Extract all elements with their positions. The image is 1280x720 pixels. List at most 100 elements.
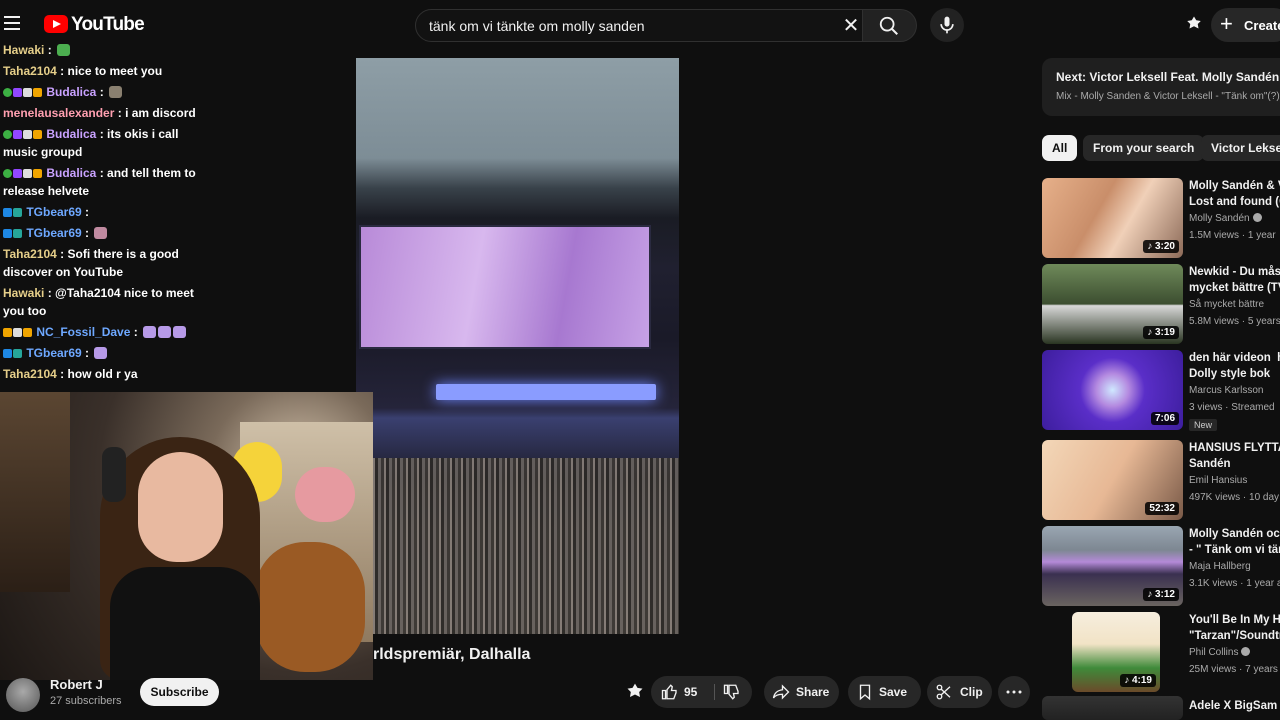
channel-name[interactable]: Maja Hallberg [1189, 561, 1251, 572]
video-thumbnail[interactable]: 52:32 [1042, 440, 1183, 520]
chat-username: menelausalexander [3, 106, 115, 120]
video-thumbnail[interactable]: ♪ 3:19 [1042, 264, 1183, 344]
chat-message: Taha2104 : how old r ya [3, 367, 138, 381]
like-divider [714, 684, 715, 700]
emote-icon [94, 227, 108, 239]
channel-name[interactable]: Phil Collins [1189, 647, 1251, 658]
chat-username: Taha2104 [3, 64, 57, 78]
plus-icon: + [1220, 11, 1233, 36]
crown-badge-icon [3, 328, 12, 337]
video-meta: 5.8M views · 5 years [1189, 316, 1280, 327]
chat-message: TGbear69 : [3, 224, 203, 242]
bookmark-icon [859, 684, 871, 701]
video-meta: 25M views · 7 years [1189, 664, 1278, 675]
video-title[interactable]: Newkid - Du måst mycket bättre (TV [1189, 264, 1280, 296]
video-thumbnail[interactable]: 7:06 [1042, 350, 1183, 430]
video-title[interactable]: HANSIUS FLYTTA Sandén [1189, 440, 1280, 472]
chip-all[interactable]: All [1042, 135, 1078, 161]
channel-name[interactable]: Emil Hansius [1189, 475, 1247, 486]
search-query[interactable]: tänk om vi tänkte om molly sanden [429, 18, 645, 34]
video-title[interactable]: den här videon h Dolly style bok [1189, 350, 1280, 382]
search-input[interactable]: tänk om vi tänkte om molly sanden ✕ [415, 9, 863, 42]
channel-name-text: Så mycket bättre [1189, 299, 1265, 310]
emote-icon [158, 326, 172, 338]
gift-button[interactable] [618, 678, 652, 706]
menu-icon[interactable] [4, 16, 20, 30]
webcam-window [0, 392, 70, 592]
chat-message: Hawaki : @Taha2104 nice to meet you too [3, 286, 194, 318]
recommended-video[interactable]: ♪ 3:12 Molly Sandén och - " Tänk om vi tä… [1042, 526, 1280, 606]
youtube-logo-icon[interactable] [44, 15, 68, 33]
scissors-icon [936, 684, 951, 700]
sub-badge-icon [13, 88, 22, 97]
video-title: rldspremiär, Dalhalla [373, 646, 531, 663]
video-player[interactable] [356, 58, 679, 634]
recommended-video[interactable]: ♪ 4:19 You'll Be In My He "Tarzan"/Soundt… [1042, 612, 1280, 692]
channel-name[interactable]: Robert J [50, 677, 103, 692]
recommended-video[interactable]: 7:06 den här videon h Dolly style bok Marc… [1042, 350, 1280, 431]
video-meta: 497K views · 10 day [1189, 492, 1280, 503]
clip-button[interactable]: Clip [927, 676, 992, 708]
video-meta: 3 views · Streamed [1189, 402, 1275, 413]
up-next-card[interactable]: Next: Victor Leksell Feat. Molly Sandén … [1042, 58, 1280, 116]
video-thumbnail[interactable] [1042, 696, 1183, 720]
chat-text: how old r ya [67, 367, 138, 381]
chat-message: Taha2104 : nice to meet you [3, 64, 163, 78]
video-title[interactable]: Molly Sandén och - " Tänk om vi tän [1189, 526, 1280, 558]
video-title[interactable]: Molly Sandén & V Lost and found (C [1189, 178, 1280, 210]
new-badge: New [1189, 419, 1218, 431]
video-meta: 1.5M views · 1 year [1189, 230, 1276, 241]
share-label: Share [796, 685, 830, 699]
search-button[interactable] [863, 9, 917, 42]
channel-name-text: Marcus Karlsson [1189, 385, 1264, 396]
chat-message: TGbear69 : [3, 203, 203, 221]
save-button[interactable]: Save [848, 676, 921, 708]
clear-search-icon[interactable]: ✕ [841, 16, 861, 36]
cat-badge-icon [23, 130, 32, 139]
duration-badge: ♪ 3:19 [1143, 326, 1179, 339]
microphone-icon [940, 16, 954, 34]
recommended-video[interactable]: ♪ 3:20 Molly Sandén & V Lost and found (C… [1042, 178, 1280, 258]
recommended-video[interactable]: ♪ 3:19 Newkid - Du måst mycket bättre (TV… [1042, 264, 1280, 344]
channel-name-text: Maja Hallberg [1189, 561, 1251, 572]
cast-icon[interactable] [1185, 15, 1203, 33]
sub-badge-icon [13, 130, 22, 139]
youtube-logo-text[interactable]: YouTube [71, 14, 145, 36]
video-title[interactable]: Adele X BigSam [1189, 698, 1280, 714]
sub-badge-icon [13, 208, 22, 217]
clip-label: Clip [960, 685, 983, 699]
emote-icon [94, 347, 108, 359]
emote-icon [109, 86, 123, 98]
chip-victor-leksell[interactable]: Victor Leksel [1201, 135, 1280, 161]
emote-icon [143, 326, 157, 338]
like-dislike-group: 95 [651, 676, 752, 708]
thumbs-up-icon[interactable] [661, 683, 679, 701]
video-thumbnail[interactable]: ♪ 3:20 [1042, 178, 1183, 258]
emote-icon [57, 44, 71, 56]
video-thumbnail[interactable]: ♪ 3:12 [1042, 526, 1183, 606]
more-dots-icon [1006, 690, 1022, 694]
create-button[interactable]: + Create [1211, 8, 1280, 42]
chat-message: menelausalexander : i am discord [3, 106, 196, 120]
more-actions-button[interactable] [998, 676, 1030, 708]
crown-badge-icon [33, 169, 42, 178]
video-title[interactable]: You'll Be In My He "Tarzan"/Soundtr [1189, 612, 1280, 644]
duration-badge: ♪ 3:20 [1143, 240, 1179, 253]
video-thumbnail[interactable]: ♪ 4:19 [1072, 612, 1160, 692]
subscribe-button[interactable]: Subscribe [140, 678, 219, 706]
share-button[interactable]: Share [764, 676, 839, 708]
channel-name[interactable]: Marcus Karlsson [1189, 385, 1263, 396]
recommended-video[interactable]: Adele X BigSam [1042, 696, 1280, 720]
chat-username: Hawaki [3, 43, 45, 57]
like-count[interactable]: 95 [684, 685, 697, 699]
duration-badge: ♪ 3:12 [1143, 588, 1179, 601]
channel-avatar[interactable] [6, 678, 40, 712]
chip-from-your-search[interactable]: From your search [1083, 135, 1205, 161]
voice-search-button[interactable] [930, 8, 964, 42]
channel-name[interactable]: Så mycket bättre [1189, 299, 1264, 310]
channel-name[interactable]: Molly Sandén [1189, 213, 1262, 224]
thumbs-down-icon[interactable] [723, 683, 741, 701]
chat-message: Budalica : its okis i call music groupd [3, 127, 179, 159]
recommended-video[interactable]: 52:32 HANSIUS FLYTTA Sandén Emil Hansius 49… [1042, 440, 1280, 520]
emote-icon [173, 326, 187, 338]
